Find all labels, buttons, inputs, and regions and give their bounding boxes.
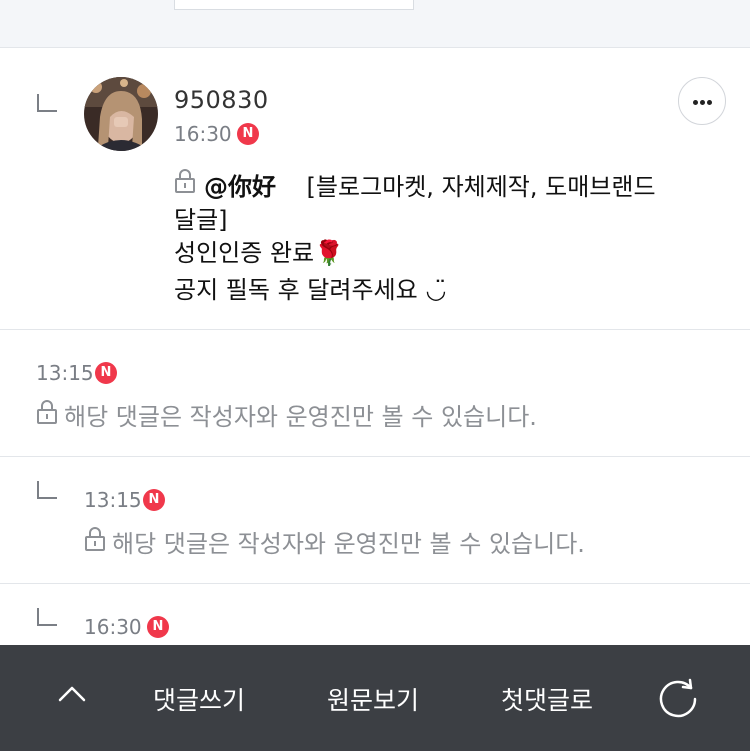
- comment-line-4: 공지 필독 후 달려주세요 ◡̈: [174, 270, 446, 305]
- more-options-button[interactable]: [678, 77, 726, 125]
- view-original-button[interactable]: 원문보기: [327, 681, 419, 717]
- comment-time: 16:30: [174, 122, 232, 146]
- reply-indicator: [37, 481, 57, 499]
- secret-comment-time: 13:15: [36, 361, 94, 385]
- previous-content-box: [174, 0, 414, 10]
- smile-emoji: ◡̈: [425, 276, 447, 304]
- first-comment-button[interactable]: 첫댓글로: [501, 681, 593, 717]
- comment-text-line4: 공지 필독 후 달려주세요: [174, 276, 418, 304]
- divider: [0, 456, 750, 457]
- comment-author[interactable]: 950830: [174, 86, 269, 114]
- comment-line-1: @你好 [블로그마켓, 자체제작, 도매브랜드: [204, 167, 656, 202]
- comment-line-3: 성인인증 완료🌹: [174, 233, 344, 268]
- new-badge: N: [143, 489, 165, 511]
- comment-screen: 950830 16:30 N @你好 [블로그마켓, 자체제작, 도매브랜드 달…: [0, 0, 750, 751]
- top-area: [0, 0, 750, 48]
- secret-comment-message: 해당 댓글은 작성자와 운영진만 볼 수 있습니다.: [112, 530, 585, 558]
- divider: [0, 329, 750, 330]
- bottom-toolbar: 댓글쓰기 원문보기 첫댓글로: [0, 645, 750, 751]
- new-badge: N: [95, 362, 117, 384]
- avatar[interactable]: [84, 77, 158, 151]
- write-comment-button[interactable]: 댓글쓰기: [153, 681, 245, 717]
- lock-icon: [175, 169, 195, 193]
- comment-text-line1: [블로그마켓, 자체제작, 도매브랜드: [306, 173, 656, 201]
- refresh-icon[interactable]: [658, 678, 700, 720]
- mention[interactable]: @你好: [204, 173, 276, 201]
- divider: [0, 583, 750, 584]
- lock-icon: [85, 527, 105, 551]
- comment-text-line3: 성인인증 완료: [174, 239, 315, 267]
- comment-text-line2: 달글]: [174, 206, 228, 234]
- reply-indicator: [37, 608, 57, 626]
- new-badge: N: [147, 616, 169, 638]
- rose-emoji: 🌹: [314, 239, 344, 267]
- reply-indicator: [37, 94, 57, 112]
- lock-icon: [37, 400, 57, 424]
- secret-comment-time: 13:15: [84, 488, 142, 512]
- secret-comment-message: 해당 댓글은 작성자와 운영진만 볼 수 있습니다.: [64, 403, 537, 431]
- secret-comment-time: 16:30: [84, 615, 142, 639]
- more-icon: [693, 100, 698, 105]
- chevron-up-icon[interactable]: [58, 685, 86, 703]
- new-badge: N: [237, 123, 259, 145]
